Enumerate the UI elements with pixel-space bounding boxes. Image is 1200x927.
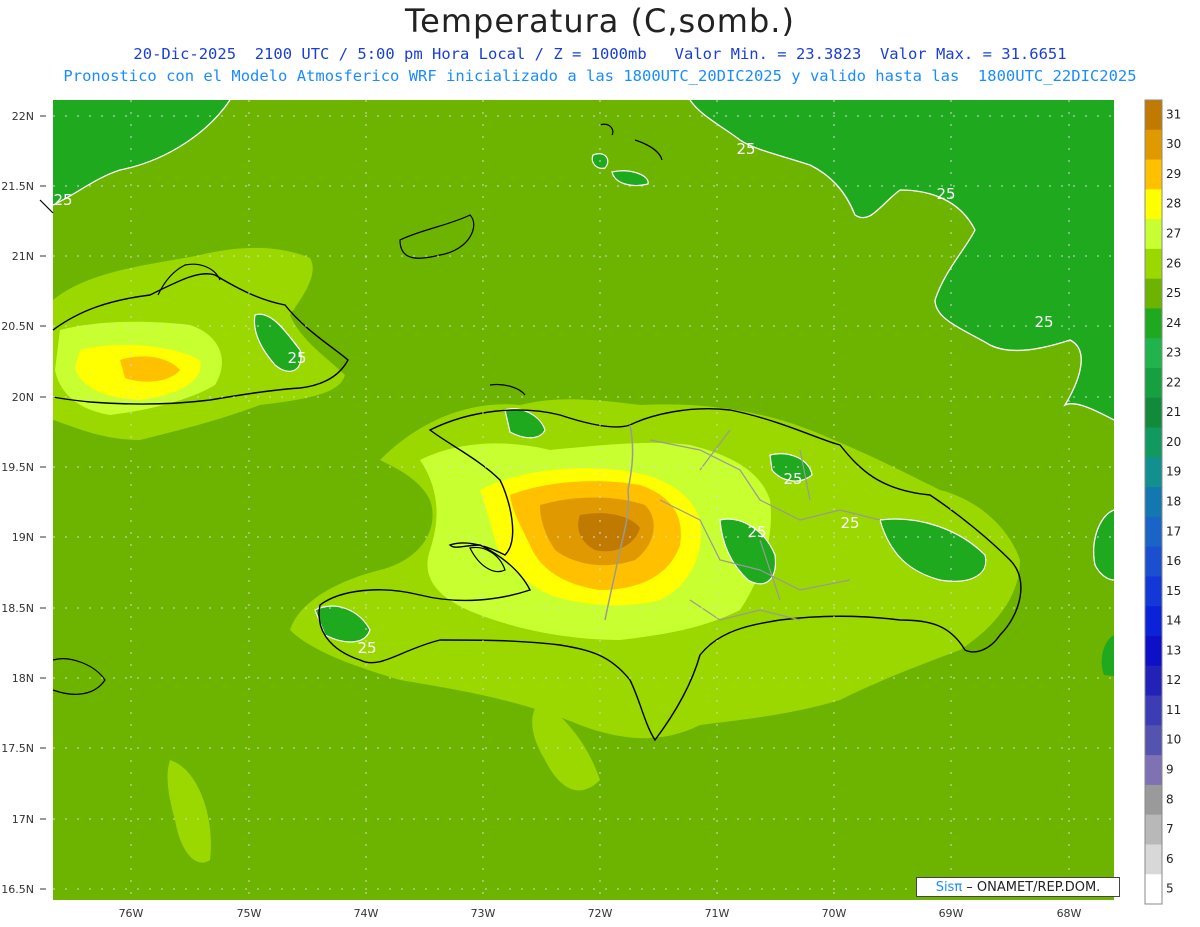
lat-label: 18N [12,672,34,685]
colorbar-swatch [1145,487,1162,518]
colorbar-swatch [1145,100,1162,131]
colorbar-label: 10 [1166,733,1181,747]
colorbar-label: 29 [1166,167,1181,181]
colorbar-label: 19 [1166,465,1181,479]
credit-org: – ONAMET/REP.DOM. [962,880,1101,895]
colorbar-swatch [1145,784,1162,816]
colorbar-label: 24 [1166,316,1181,330]
credit-box: Sisπ – ONAMET/REP.DOM. [916,877,1120,897]
forecast-time-line: 20-Dic-2025 2100 UTC / 5:00 pm Hora Loca… [133,45,1067,63]
colorbar-swatch [1145,457,1162,488]
contour-label: 25 [747,523,766,541]
colorbar-swatch [1145,874,1162,905]
colorbar-label: 13 [1166,643,1181,657]
colorbar-label: 27 [1166,227,1181,241]
colorbar-label: 30 [1166,137,1181,151]
colorbar-label: 6 [1166,852,1174,866]
lat-label: 20.5N [1,320,34,333]
contour-label: 25 [53,191,72,209]
colorbar-label: 31 [1166,107,1181,121]
colorbar-label: 9 [1166,763,1174,777]
colorbar-swatch [1145,814,1162,845]
colorbar-swatch [1145,159,1162,190]
colorbar-swatch [1145,189,1162,220]
colorbar-swatch [1145,308,1162,339]
colorbar-label: 22 [1166,375,1181,389]
colorbar: 31 30 29 28 27 26 25 24 23 22 21 20 19 18 17 16 15 14 13 12… [1144,99,1181,905]
colorbar-swatch [1145,338,1162,369]
colorbar-label: 8 [1166,792,1174,806]
colorbar-swatch [1145,725,1162,756]
colorbar-label: 23 [1166,346,1181,360]
colorbar-label: 25 [1166,286,1181,300]
colorbar-swatch [1145,219,1162,250]
lat-label: 18.5N [1,602,34,615]
model-info-line: Pronostico con el Modelo Atmosferico WRF… [63,67,1137,85]
lon-label: 69W [939,907,964,920]
lat-label: 16.5N [1,883,34,896]
lat-label: 19N [12,531,34,544]
colorbar-label: 17 [1166,524,1181,538]
colorbar-swatch [1145,606,1162,637]
contour-label: 25 [736,140,755,158]
lat-label: 17N [12,813,34,826]
colorbar-swatch [1145,665,1162,697]
colorbar-swatch [1145,427,1162,458]
colorbar-swatch [1145,636,1162,667]
lon-label: 70W [822,907,847,920]
colorbar-swatch [1145,576,1162,607]
colorbar-label: 21 [1166,405,1181,419]
map-title: Temperatura (C,somb.) [405,2,795,40]
coast-cuba-west [39,199,54,214]
colorbar-label: 7 [1166,822,1174,836]
contour-label: 25 [840,514,859,532]
colorbar-label: 18 [1166,495,1181,509]
colorbar-swatch [1145,397,1162,429]
temperature-map: 25 25 25 25 25 25 25 25 25 22N 21.5N 21N… [1,99,1181,920]
lat-label: 20N [12,391,34,404]
contour-label: 25 [936,185,955,203]
lon-label: 76W [119,907,144,920]
colorbar-label: 15 [1166,584,1181,598]
lon-label: 68W [1057,907,1082,920]
colorbar-label: 26 [1166,256,1181,270]
colorbar-swatch [1145,755,1162,786]
colorbar-swatch [1145,368,1162,399]
colorbar-label: 28 [1166,197,1181,211]
colorbar-swatch [1145,695,1162,726]
colorbar-label: 16 [1166,554,1181,568]
lat-label: 19.5N [1,461,34,474]
colorbar-label: 11 [1166,703,1181,717]
lat-label: 22N [12,110,34,123]
lon-label: 75W [237,907,262,920]
colorbar-swatch [1145,248,1162,280]
colorbar-label: 5 [1166,882,1174,896]
sispi-logo-text: Sisπ [935,880,963,895]
lat-label: 17.5N [1,742,34,755]
lon-label: 72W [588,907,613,920]
lat-label: 21.5N [1,180,34,193]
contour-label: 25 [287,349,306,367]
colorbar-swatch [1145,844,1162,875]
contour-label: 25 [357,639,376,657]
colorbar-swatch [1145,278,1162,309]
lat-label: 21N [12,250,34,263]
colorbar-label: 12 [1166,673,1181,687]
colorbar-swatch [1145,546,1162,577]
contour-label: 25 [1034,313,1053,331]
lon-label: 73W [471,907,496,920]
colorbar-swatch [1145,129,1162,161]
contour-label: 25 [783,470,802,488]
colorbar-label: 20 [1166,435,1181,449]
colorbar-swatch [1145,516,1162,548]
colorbar-label: 14 [1166,614,1181,628]
lon-label: 74W [354,907,379,920]
lon-label: 71W [705,907,730,920]
